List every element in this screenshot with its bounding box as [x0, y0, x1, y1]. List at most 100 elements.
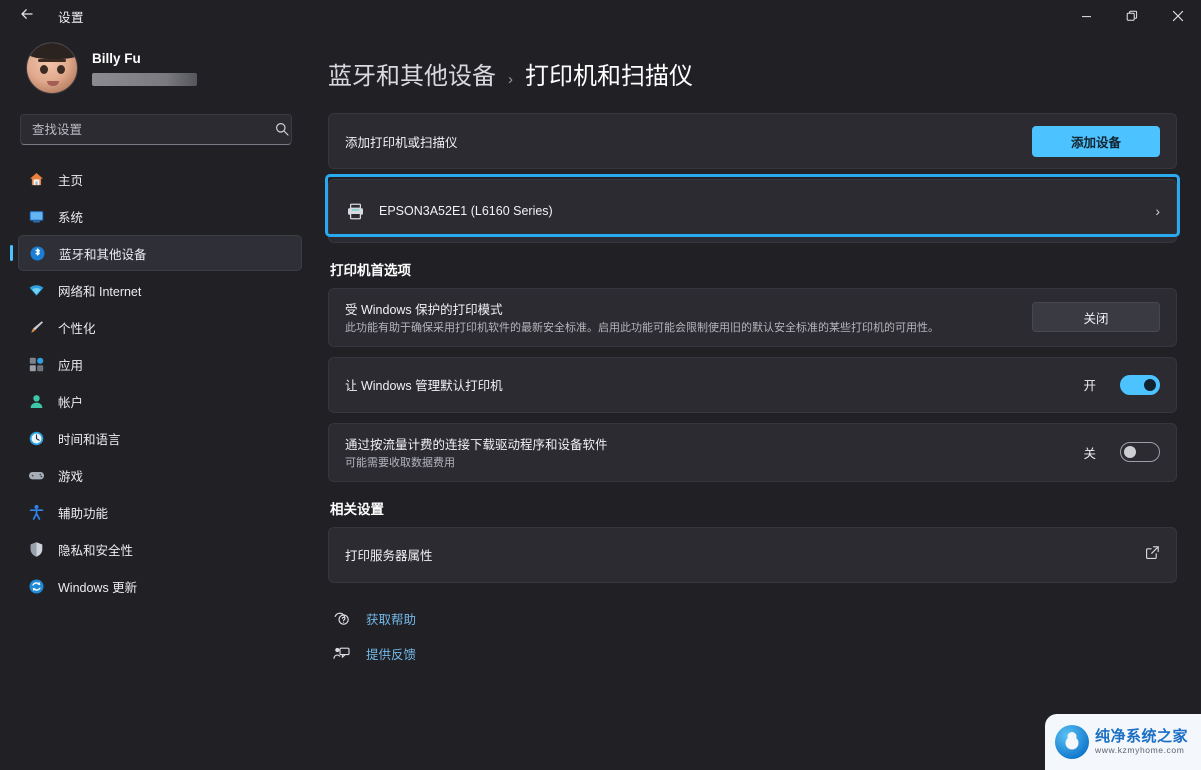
sidebar-item-label: 隐私和安全性: [58, 543, 134, 558]
sidebar-item-home[interactable]: 主页: [18, 161, 302, 197]
maximize-restore-button[interactable]: [1109, 0, 1155, 32]
print-server-properties-row[interactable]: 打印服务器属性: [329, 528, 1176, 582]
manage-default-printer-card: 让 Windows 管理默认打印机 开: [328, 356, 1177, 413]
metered-download-card: 通过按流量计费的连接下载驱动程序和设备软件 可能需要收取数据费用 关: [328, 422, 1177, 482]
network-icon: [28, 282, 45, 299]
site-watermark: 纯净系统之家 www.kzmyhome.com: [1045, 714, 1201, 770]
printer-name: EPSON3A52E1 (L6160 Series): [379, 204, 553, 218]
protected-print-mode-title: 受 Windows 保护的打印模式: [345, 303, 503, 317]
back-button[interactable]: [8, 0, 46, 32]
personalization-icon: [28, 319, 45, 336]
protected-print-mode-card: 受 Windows 保护的打印模式 此功能有助于确保采用打印机软件的最新安全标准…: [328, 288, 1177, 347]
breadcrumb-parent[interactable]: 蓝牙和其他设备: [328, 56, 496, 91]
add-printer-card: 添加打印机或扫描仪 添加设备: [328, 113, 1177, 169]
windows-update-icon: [28, 578, 45, 595]
feedback-icon: [332, 644, 350, 662]
gaming-icon: [28, 467, 45, 484]
title-bar: 设置: [0, 0, 1201, 32]
metered-download-row[interactable]: 通过按流量计费的连接下载驱动程序和设备软件 可能需要收取数据费用 关: [329, 424, 1176, 481]
watermark-url: www.kzmyhome.com: [1095, 744, 1185, 755]
manage-default-printer-toggle[interactable]: [1120, 374, 1160, 395]
watermark-title: 纯净系统之家: [1095, 728, 1189, 746]
preferences-heading: 打印机首选项: [330, 263, 411, 278]
sidebar-item-gaming[interactable]: 游戏: [18, 457, 302, 493]
profile-name: Billy Fu: [92, 50, 141, 66]
metered-download-state: 关: [1083, 446, 1096, 461]
manage-default-printer-row[interactable]: 让 Windows 管理默认打印机 开: [329, 358, 1176, 412]
protected-print-mode-subtitle: 此功能有助于确保采用打印机软件的最新安全标准。启用此功能可能会限制使用旧的默认安…: [345, 322, 939, 334]
sidebar-item-accounts[interactable]: 帐户: [18, 383, 302, 419]
sidebar-nav: 主页 系统 蓝牙和其他设备 网络和 Internet 个性化 应用 帐户 时间和…: [16, 161, 304, 604]
sidebar-item-label: 时间和语言: [58, 432, 121, 447]
metered-download-subtitle: 可能需要收取数据费用: [345, 456, 455, 469]
sidebar-item-privacy-security[interactable]: 隐私和安全性: [18, 531, 302, 567]
get-help-link[interactable]: 获取帮助: [332, 609, 1177, 628]
bluetooth-icon: [29, 245, 46, 262]
sidebar-item-label: 蓝牙和其他设备: [59, 247, 147, 262]
sidebar-item-windows-update[interactable]: Windows 更新: [18, 568, 302, 604]
metered-download-title: 通过按流量计费的连接下载驱动程序和设备软件: [345, 437, 608, 452]
time-language-icon: [28, 430, 45, 447]
home-icon: [28, 171, 45, 188]
sidebar-item-label: 帐户: [58, 395, 84, 410]
sidebar-item-system[interactable]: 系统: [18, 198, 302, 234]
manage-default-printer-state: 开: [1083, 379, 1096, 394]
close-button[interactable]: [1155, 0, 1201, 32]
give-feedback-label: 提供反馈: [366, 647, 417, 662]
chevron-right-icon: ›: [1155, 203, 1160, 219]
related-settings-heading: 相关设置: [330, 501, 384, 517]
sidebar-item-label: 网络和 Internet: [58, 284, 142, 299]
search-container: [20, 114, 300, 145]
breadcrumb: 蓝牙和其他设备 › 打印机和扫描仪: [328, 32, 1177, 113]
user-profile[interactable]: Billy Fu: [16, 32, 304, 112]
printer-card[interactable]: EPSON3A52E1 (L6160 Series) ›: [328, 179, 1177, 243]
add-printer-row: 添加打印机或扫描仪 添加设备: [329, 114, 1176, 168]
sidebar-item-bluetooth-devices[interactable]: 蓝牙和其他设备: [18, 235, 302, 271]
settings-window: 设置 Billy Fu 查找设置 主页 系统 蓝牙和其他设备 网络和 Inter…: [0, 0, 1201, 770]
sidebar-item-label: Windows 更新: [58, 580, 138, 595]
printer-icon: [345, 201, 365, 221]
sidebar-item-time-language[interactable]: 时间和语言: [18, 420, 302, 456]
site-logo-icon: [1055, 725, 1089, 759]
print-server-properties-title: 打印服务器属性: [345, 549, 433, 564]
breadcrumb-separator-icon: ›: [508, 71, 513, 88]
protected-print-mode-button[interactable]: 关闭: [1032, 302, 1160, 333]
get-help-label: 获取帮助: [366, 612, 417, 627]
give-feedback-link[interactable]: 提供反馈: [332, 644, 1177, 663]
app-title: 设置: [58, 10, 85, 25]
accessibility-icon: [28, 504, 45, 521]
protected-print-mode-row: 受 Windows 保护的打印模式 此功能有助于确保采用打印机软件的最新安全标准…: [329, 289, 1176, 346]
sidebar-item-apps[interactable]: 应用: [18, 346, 302, 382]
sidebar-item-label: 应用: [58, 358, 84, 373]
sidebar-item-accessibility[interactable]: 辅助功能: [18, 494, 302, 530]
add-device-button[interactable]: 添加设备: [1032, 125, 1160, 157]
minimize-button[interactable]: [1063, 0, 1109, 32]
window-body: Billy Fu 查找设置 主页 系统 蓝牙和其他设备 网络和 Internet…: [0, 32, 1201, 770]
printer-row[interactable]: EPSON3A52E1 (L6160 Series) ›: [329, 180, 1176, 242]
sidebar-item-personalization[interactable]: 个性化: [18, 309, 302, 345]
add-printer-label: 添加打印机或扫描仪: [345, 135, 458, 150]
accounts-icon: [28, 393, 45, 410]
privacy-security-icon: [28, 541, 45, 558]
sidebar-item-label: 主页: [58, 173, 84, 188]
back-arrow-icon: [19, 6, 35, 27]
manage-default-printer-title: 让 Windows 管理默认打印机: [345, 379, 503, 394]
search-input[interactable]: [20, 114, 292, 145]
sidebar-item-label: 系统: [58, 210, 84, 225]
sidebar-item-label: 个性化: [58, 321, 96, 336]
sidebar-item-network-internet[interactable]: 网络和 Internet: [18, 272, 302, 308]
footer-links: 获取帮助 提供反馈: [328, 609, 1177, 663]
sidebar-item-label: 辅助功能: [58, 506, 109, 521]
external-link-icon: [1145, 545, 1160, 565]
window-controls: [1063, 0, 1201, 32]
system-icon: [28, 208, 45, 225]
sidebar-item-label: 游戏: [58, 469, 84, 484]
sidebar: Billy Fu 查找设置 主页 系统 蓝牙和其他设备 网络和 Internet…: [0, 32, 320, 770]
apps-icon: [28, 356, 45, 373]
main-content: 蓝牙和其他设备 › 打印机和扫描仪 添加打印机或扫描仪 添加设备 EPSON3A…: [320, 32, 1201, 770]
avatar: [26, 42, 78, 94]
help-icon: [332, 609, 350, 627]
print-server-properties-card: 打印服务器属性: [328, 526, 1177, 583]
metered-download-toggle[interactable]: [1120, 442, 1160, 463]
profile-email-redacted: [92, 72, 197, 86]
